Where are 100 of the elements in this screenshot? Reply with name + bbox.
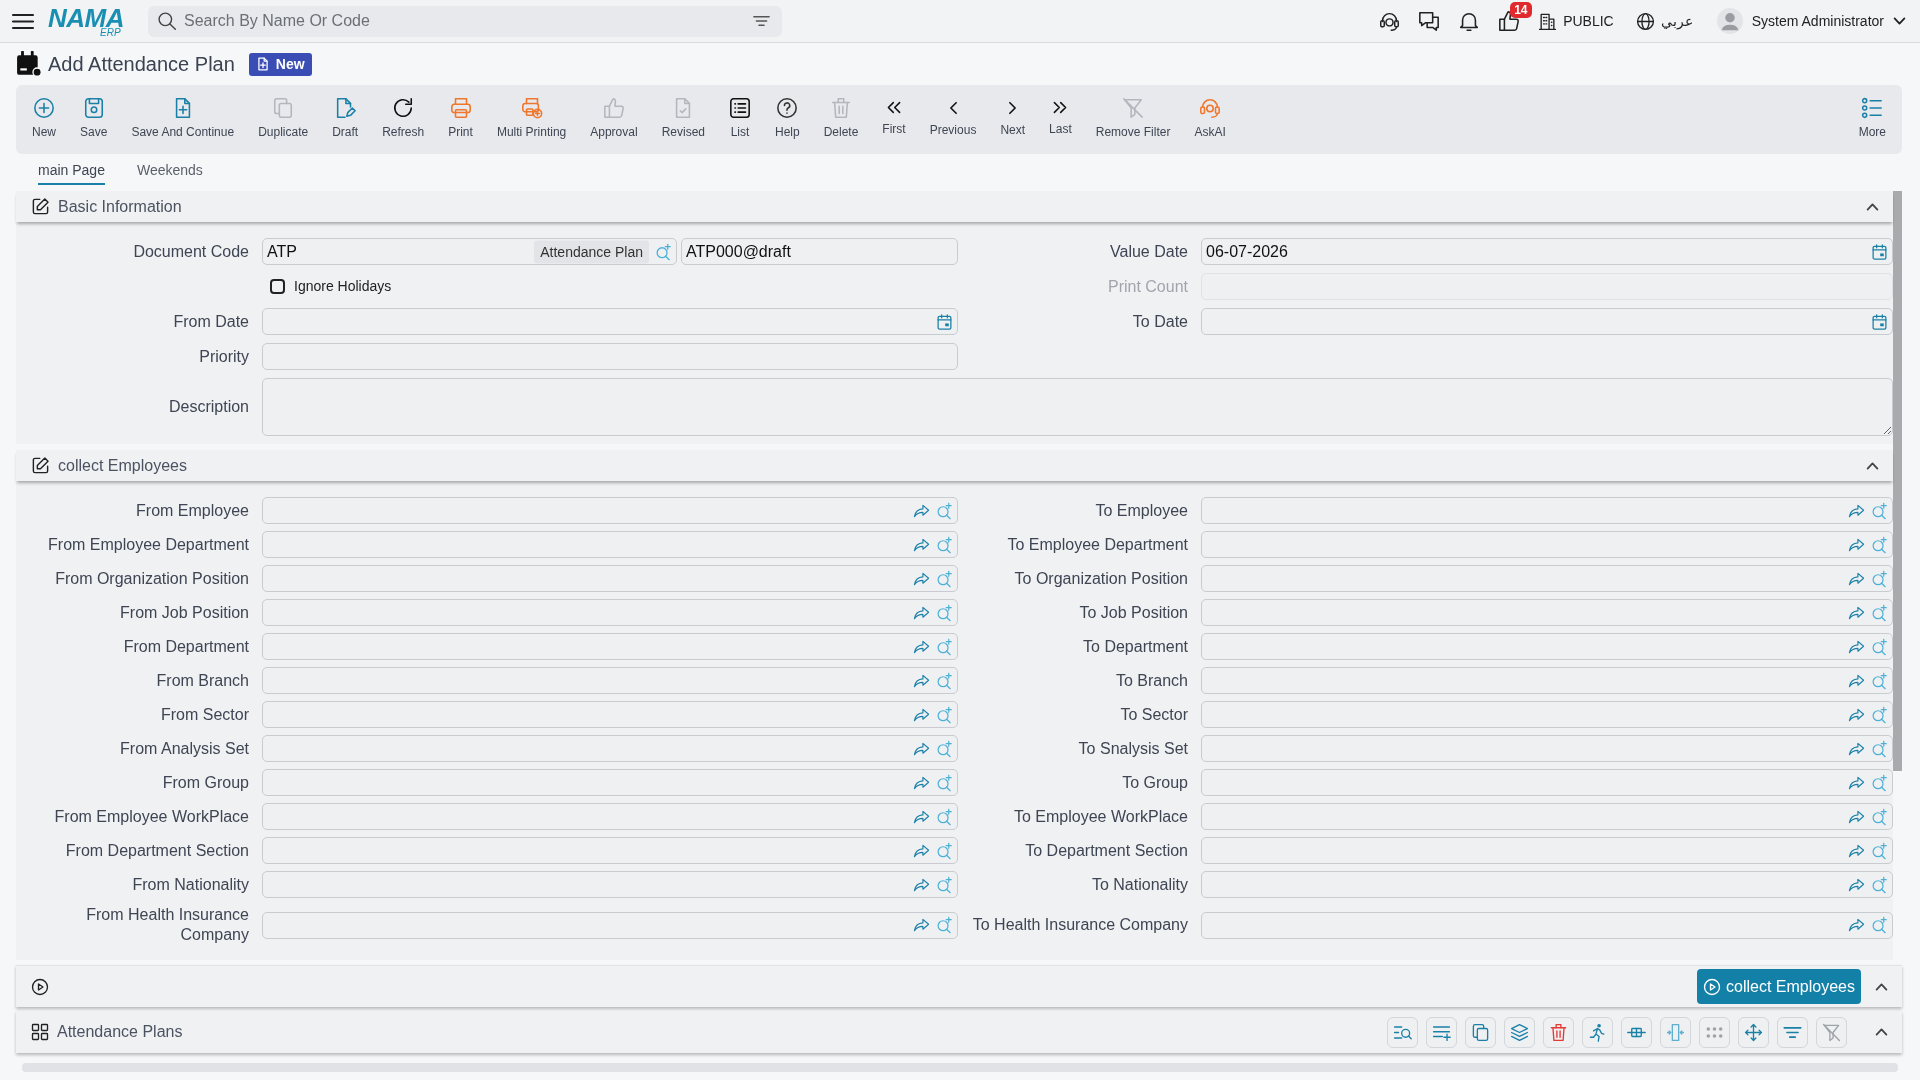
notifications-button[interactable] — [1458, 10, 1481, 32]
document-number-field[interactable]: ATP000@draft — [681, 238, 958, 265]
ai-support-button[interactable] — [1379, 10, 1401, 32]
move-arrows-button[interactable] — [1738, 1016, 1769, 1048]
lookup-field[interactable] — [1201, 837, 1893, 864]
table-rows-button[interactable] — [1621, 1016, 1652, 1048]
list-search-button[interactable] — [1387, 1016, 1418, 1048]
lookup-field[interactable] — [262, 701, 958, 728]
search-field[interactable]: Search By Name Or Code — [148, 5, 782, 37]
checkbox-label: Ignore Holidays — [294, 277, 392, 296]
tab[interactable]: Weekends — [136, 162, 203, 185]
building-icon — [1538, 11, 1558, 31]
lookup-field[interactable] — [262, 497, 958, 524]
lookup-field[interactable] — [262, 871, 958, 898]
lookup-field[interactable] — [1201, 633, 1893, 660]
field-label: To Department — [1082, 636, 1189, 657]
collapse-button[interactable] — [1875, 982, 1888, 991]
trash-button[interactable] — [1543, 1016, 1574, 1048]
lookup-field[interactable] — [262, 769, 958, 796]
field-label: From Employee — [135, 500, 250, 521]
lookup-field[interactable] — [1201, 565, 1893, 592]
toolbar-button[interactable]: Print — [440, 97, 481, 139]
date-field[interactable]: 06-07-2026 — [1201, 238, 1893, 265]
menu-button[interactable] — [12, 12, 34, 30]
lookup-field[interactable] — [1201, 599, 1893, 626]
lookup-field[interactable] — [262, 837, 958, 864]
lookup-field[interactable] — [1201, 803, 1893, 830]
lookup-field[interactable] — [262, 735, 958, 762]
toolbar-button[interactable]: AskAI — [1186, 97, 1234, 139]
lookup-field[interactable] — [1201, 701, 1893, 728]
share-arrow-icon — [1848, 808, 1865, 825]
toolbar-button[interactable]: Next — [992, 97, 1034, 137]
lookup-field[interactable] — [262, 911, 958, 939]
document-type-tag: Attendance Plan — [534, 240, 649, 263]
lookup-field[interactable] — [262, 803, 958, 830]
chevron-up-icon — [1866, 202, 1879, 211]
play-circle-icon[interactable] — [31, 977, 49, 996]
list-plus-button[interactable] — [1426, 1016, 1457, 1048]
chevron-down-icon — [1893, 17, 1906, 25]
filter-off-button[interactable] — [1816, 1016, 1847, 1048]
chevron-up-icon — [1875, 982, 1888, 991]
search-plus-icon — [1871, 570, 1888, 587]
search-plus-icon — [936, 502, 953, 519]
search-plus-icon — [936, 570, 953, 587]
description-field[interactable] — [262, 378, 1893, 436]
more-button[interactable]: More — [1850, 97, 1894, 139]
toolbar-button[interactable]: Previous — [921, 97, 985, 137]
user-menu-button[interactable]: System Administrator — [1716, 8, 1906, 34]
search-plus-icon — [1871, 536, 1888, 553]
section-title: Basic Information — [58, 196, 182, 217]
lookup-field[interactable] — [1201, 667, 1893, 694]
search-plus-icon — [1871, 774, 1888, 791]
company-button[interactable]: PUBLIC — [1538, 10, 1614, 32]
lookup-field[interactable] — [1201, 871, 1893, 898]
toolbar-button[interactable]: First — [874, 97, 914, 136]
column-width-button[interactable] — [1660, 1016, 1691, 1048]
lookup-field[interactable] — [1201, 497, 1893, 524]
collapse-button[interactable] — [1866, 461, 1879, 470]
filter-button[interactable] — [1777, 1016, 1808, 1048]
date-field[interactable] — [1201, 308, 1893, 335]
section-title: Attendance Plans — [57, 1022, 183, 1042]
lookup-field[interactable] — [1201, 769, 1893, 796]
field-label: To Nationality — [1090, 874, 1189, 895]
layers-button[interactable] — [1504, 1016, 1535, 1048]
priority-field[interactable] — [262, 343, 958, 370]
date-field[interactable] — [262, 308, 958, 335]
lookup-field[interactable] — [262, 565, 958, 592]
language-button[interactable]: عربي — [1635, 10, 1693, 32]
lookup-field[interactable] — [262, 667, 958, 694]
status-label: New — [275, 55, 305, 73]
toolbar-button[interactable]: Help — [767, 97, 808, 139]
tab[interactable]: main Page — [38, 162, 105, 185]
dots-grid-button[interactable] — [1699, 1016, 1730, 1048]
toolbar-button[interactable]: List — [721, 97, 759, 139]
share-arrow-icon — [913, 740, 930, 757]
toolbar-button[interactable]: Multi Printing — [488, 97, 575, 139]
share-arrow-icon — [1848, 876, 1865, 893]
collect-employees-button[interactable]: collect Employees — [1697, 969, 1861, 1004]
lookup-field[interactable] — [262, 599, 958, 626]
toolbar-button[interactable]: Draft — [324, 97, 367, 139]
copy-button[interactable] — [1465, 1016, 1496, 1048]
chat-button[interactable] — [1418, 10, 1441, 32]
lookup-field[interactable] — [1201, 735, 1893, 762]
search-plus-icon — [936, 876, 953, 893]
collapse-button[interactable] — [1875, 1028, 1888, 1036]
lookup-field[interactable] — [262, 531, 958, 558]
avatar-icon — [1716, 8, 1743, 34]
lookup-field[interactable] — [1201, 531, 1893, 558]
toolbar-button[interactable]: New — [24, 97, 64, 139]
toolbar-button[interactable]: Save — [72, 97, 116, 139]
page-title: Add Attendance Plan — [48, 52, 235, 76]
scrollbar-thumb[interactable] — [1893, 191, 1902, 771]
checkbox[interactable] — [270, 279, 285, 294]
lookup-field[interactable] — [262, 633, 958, 660]
toolbar-button[interactable]: Last — [1041, 97, 1080, 136]
running-person-button[interactable] — [1582, 1016, 1613, 1048]
toolbar-button[interactable]: Save And Continue — [123, 97, 243, 139]
toolbar-button[interactable]: Refresh — [374, 97, 433, 139]
lookup-field[interactable] — [1201, 911, 1893, 939]
collapse-button[interactable] — [1866, 202, 1879, 211]
